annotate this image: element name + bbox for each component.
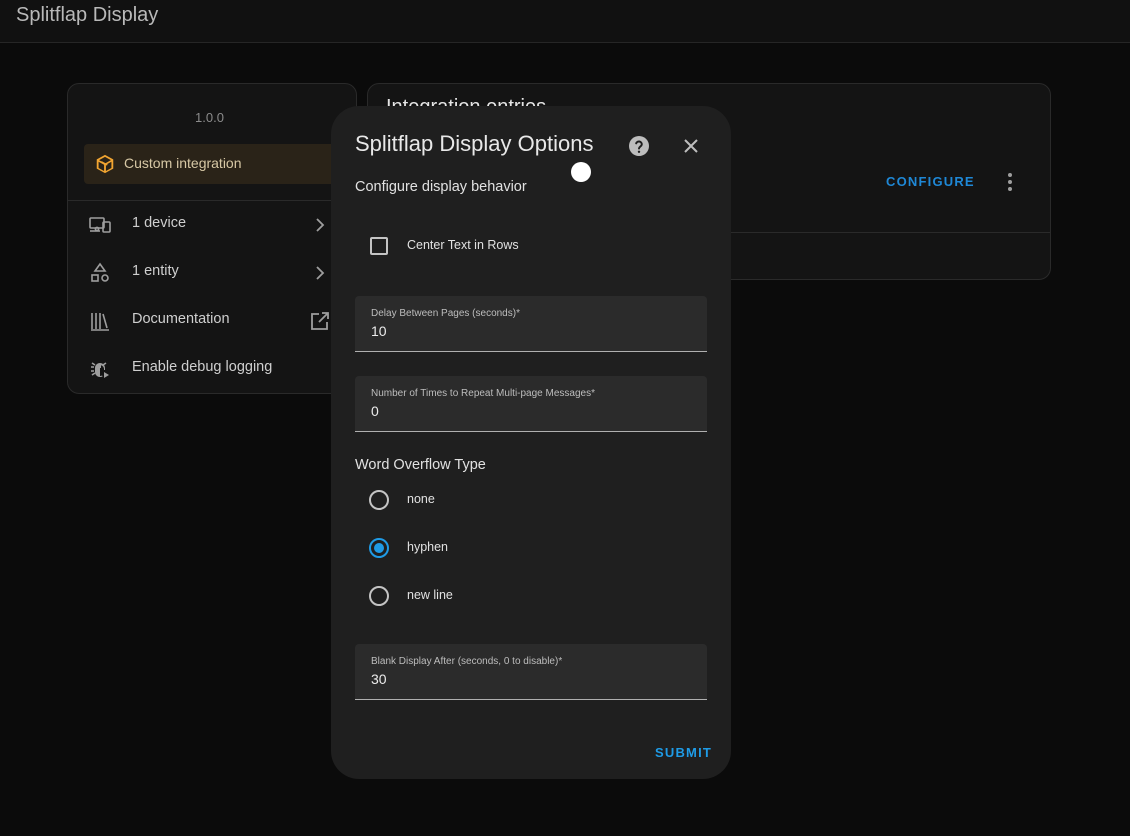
book-icon xyxy=(88,309,112,333)
field-value[interactable]: 0 xyxy=(371,403,379,419)
delay-between-pages-field[interactable]: Delay Between Pages (seconds)* 10 xyxy=(355,296,707,352)
overflow-option-hyphen[interactable]: hyphen xyxy=(355,524,707,572)
dialog-title: Splitflap Display Options xyxy=(355,131,594,156)
documentation-row[interactable]: Documentation xyxy=(68,297,356,345)
word-overflow-title: Word Overflow Type xyxy=(355,457,486,473)
chevron-right-icon xyxy=(308,261,332,285)
field-label: Number of Times to Repeat Multi-page Mes… xyxy=(371,388,595,399)
custom-integration-badge: Custom integration xyxy=(84,144,354,184)
open-in-new-icon xyxy=(308,309,332,333)
shapes-icon xyxy=(88,261,112,285)
help-icon[interactable] xyxy=(627,134,651,158)
blank-display-field[interactable]: Blank Display After (seconds, 0 to disab… xyxy=(355,644,707,700)
overflow-option-none[interactable]: none xyxy=(355,476,707,524)
devices-label: 1 device xyxy=(132,215,187,231)
field-value[interactable]: 10 xyxy=(371,323,387,339)
page-title: Splitflap Display xyxy=(16,4,159,26)
radio-button[interactable] xyxy=(369,538,389,558)
debug-logging-row[interactable]: Enable debug logging xyxy=(68,345,356,393)
devices-icon xyxy=(88,213,112,237)
entities-label: 1 entity xyxy=(132,263,179,279)
field-value[interactable]: 30 xyxy=(371,671,387,687)
radio-label: hyphen xyxy=(407,540,449,554)
touch-indicator xyxy=(571,162,591,182)
top-app-bar: Splitflap Display xyxy=(0,0,1130,43)
bug-icon xyxy=(88,357,112,381)
repeat-count-field[interactable]: Number of Times to Repeat Multi-page Mes… xyxy=(355,376,707,432)
custom-integration-label: Custom integration xyxy=(124,155,242,171)
overflow-option-new-line[interactable]: new line xyxy=(355,572,707,620)
radio-button[interactable] xyxy=(369,490,389,510)
more-vert-icon[interactable] xyxy=(998,170,1022,194)
radio-label: none xyxy=(407,492,435,506)
dialog-description: Configure display behavior xyxy=(355,179,527,195)
radio-button[interactable] xyxy=(369,586,389,606)
center-text-checkbox[interactable] xyxy=(370,237,388,255)
entities-row[interactable]: 1 entity xyxy=(68,249,356,297)
package-icon xyxy=(94,153,116,175)
center-text-checkbox-row[interactable]: Center Text in Rows xyxy=(355,221,707,269)
options-dialog: Splitflap Display Options Configure disp… xyxy=(331,106,731,779)
debug-logging-label: Enable debug logging xyxy=(132,359,273,375)
submit-button[interactable]: SUBMIT xyxy=(655,745,712,760)
configure-button[interactable]: CONFIGURE xyxy=(886,174,975,189)
documentation-label: Documentation xyxy=(132,311,230,327)
center-text-label: Center Text in Rows xyxy=(407,238,519,252)
chevron-right-icon xyxy=(308,213,332,237)
devices-row[interactable]: 1 device xyxy=(68,201,356,249)
close-icon[interactable] xyxy=(679,134,703,158)
field-label: Delay Between Pages (seconds)* xyxy=(371,308,520,319)
integration-info-card: 1.0.0 Custom integration 1 device 1 enti… xyxy=(67,83,357,394)
version-label: 1.0.0 xyxy=(195,110,224,125)
radio-label: new line xyxy=(407,588,453,602)
field-label: Blank Display After (seconds, 0 to disab… xyxy=(371,656,563,667)
